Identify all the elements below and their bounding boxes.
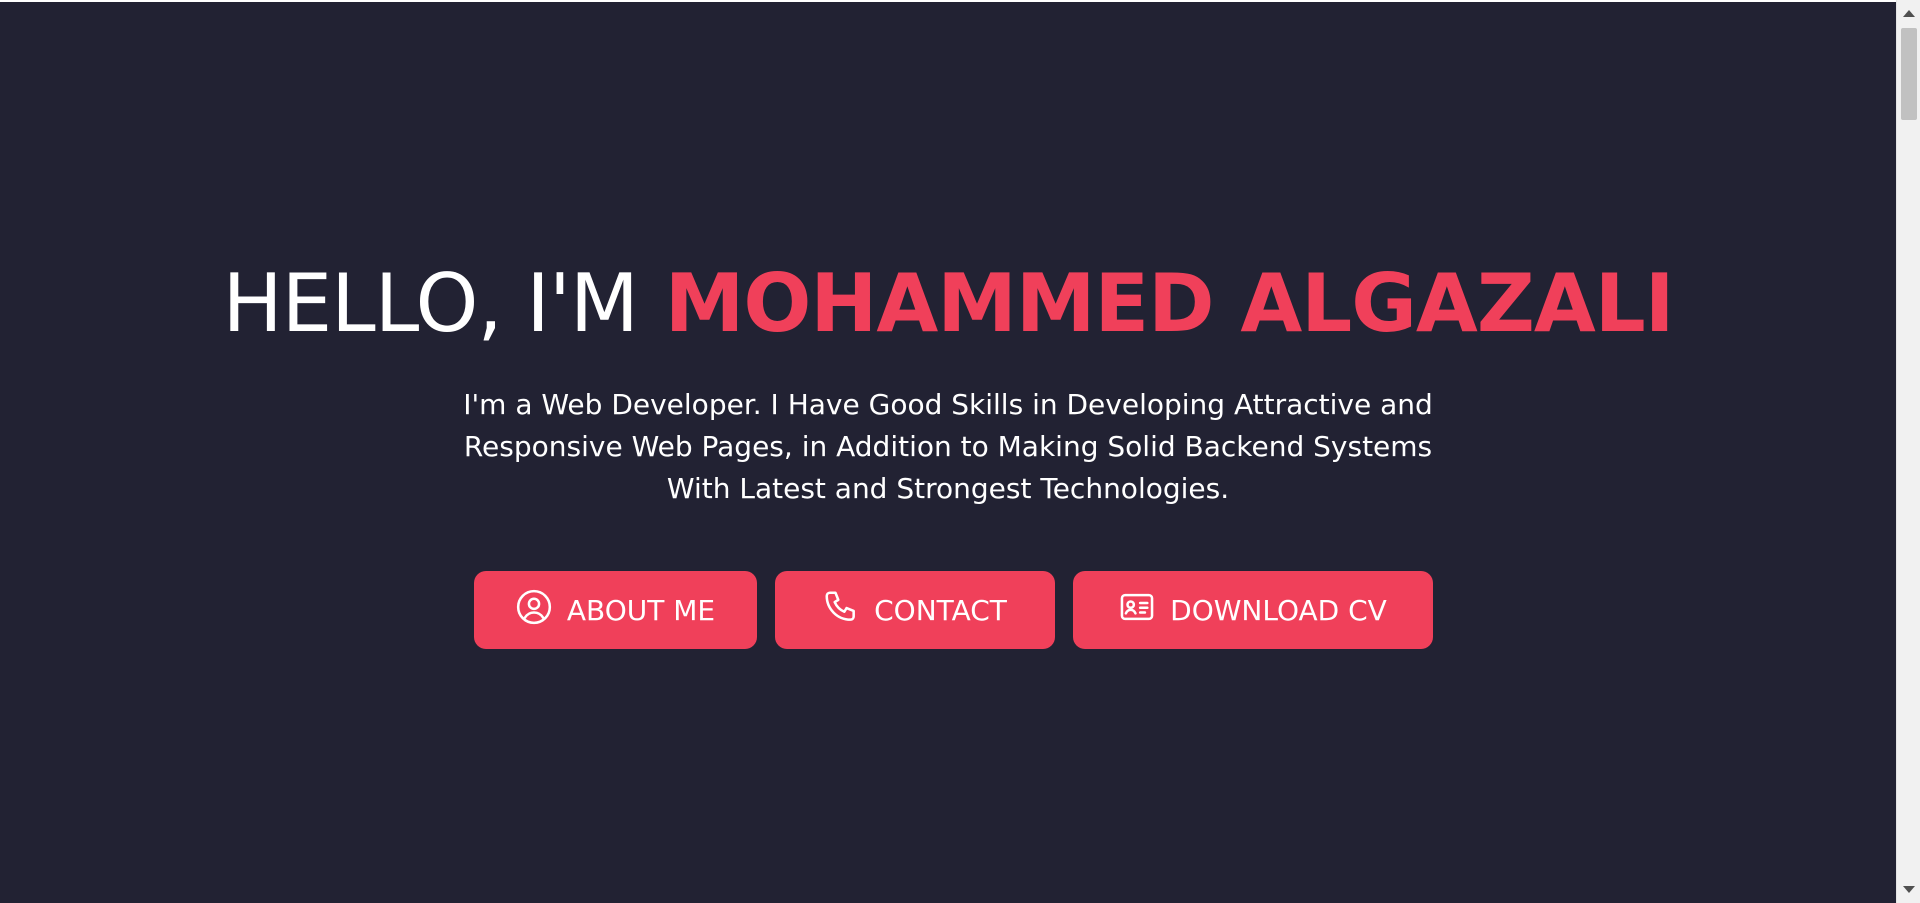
about-me-label: ABOUT ME xyxy=(566,593,716,627)
scroll-down-arrow-icon[interactable] xyxy=(1903,886,1915,893)
contact-label: CONTACT xyxy=(874,593,1007,627)
hero-description-line: With Latest and Strongest Technologies. xyxy=(666,472,1230,505)
hero-section: HELLO, I'M MOHAMMED ALGAZALI I'm a Web D… xyxy=(0,2,1896,903)
page-viewport: HELLO, I'M MOHAMMED ALGAZALI I'm a Web D… xyxy=(0,2,1896,903)
hero-description-line: I'm a Web Developer. I Have Good Skills … xyxy=(463,388,1433,421)
hero-description: I'm a Web Developer. I Have Good Skills … xyxy=(418,384,1478,510)
hero-name: MOHAMMED ALGAZALI xyxy=(664,257,1675,350)
download-cv-button[interactable]: DOWNLOAD CV xyxy=(1072,571,1433,649)
scrollbar-thumb[interactable] xyxy=(1901,28,1917,120)
phone-icon xyxy=(822,588,860,633)
user-circle-icon xyxy=(515,588,553,633)
hero-headline: HELLO, I'M MOHAMMED ALGAZALI xyxy=(0,254,1896,354)
scroll-up-arrow-icon[interactable] xyxy=(1903,10,1915,17)
hero-greeting: HELLO, I'M xyxy=(222,257,638,350)
hero-description-line: Responsive Web Pages, in Addition to Mak… xyxy=(463,430,1433,463)
about-me-button[interactable]: ABOUT ME xyxy=(473,571,757,649)
download-cv-label: DOWNLOAD CV xyxy=(1170,593,1387,627)
vertical-scrollbar[interactable] xyxy=(1896,0,1920,903)
id-card-icon xyxy=(1118,588,1156,633)
contact-button[interactable]: CONTACT xyxy=(774,571,1055,649)
hero-button-group: ABOUT ME CONTACT DOWNLOAD CV xyxy=(0,571,1896,649)
